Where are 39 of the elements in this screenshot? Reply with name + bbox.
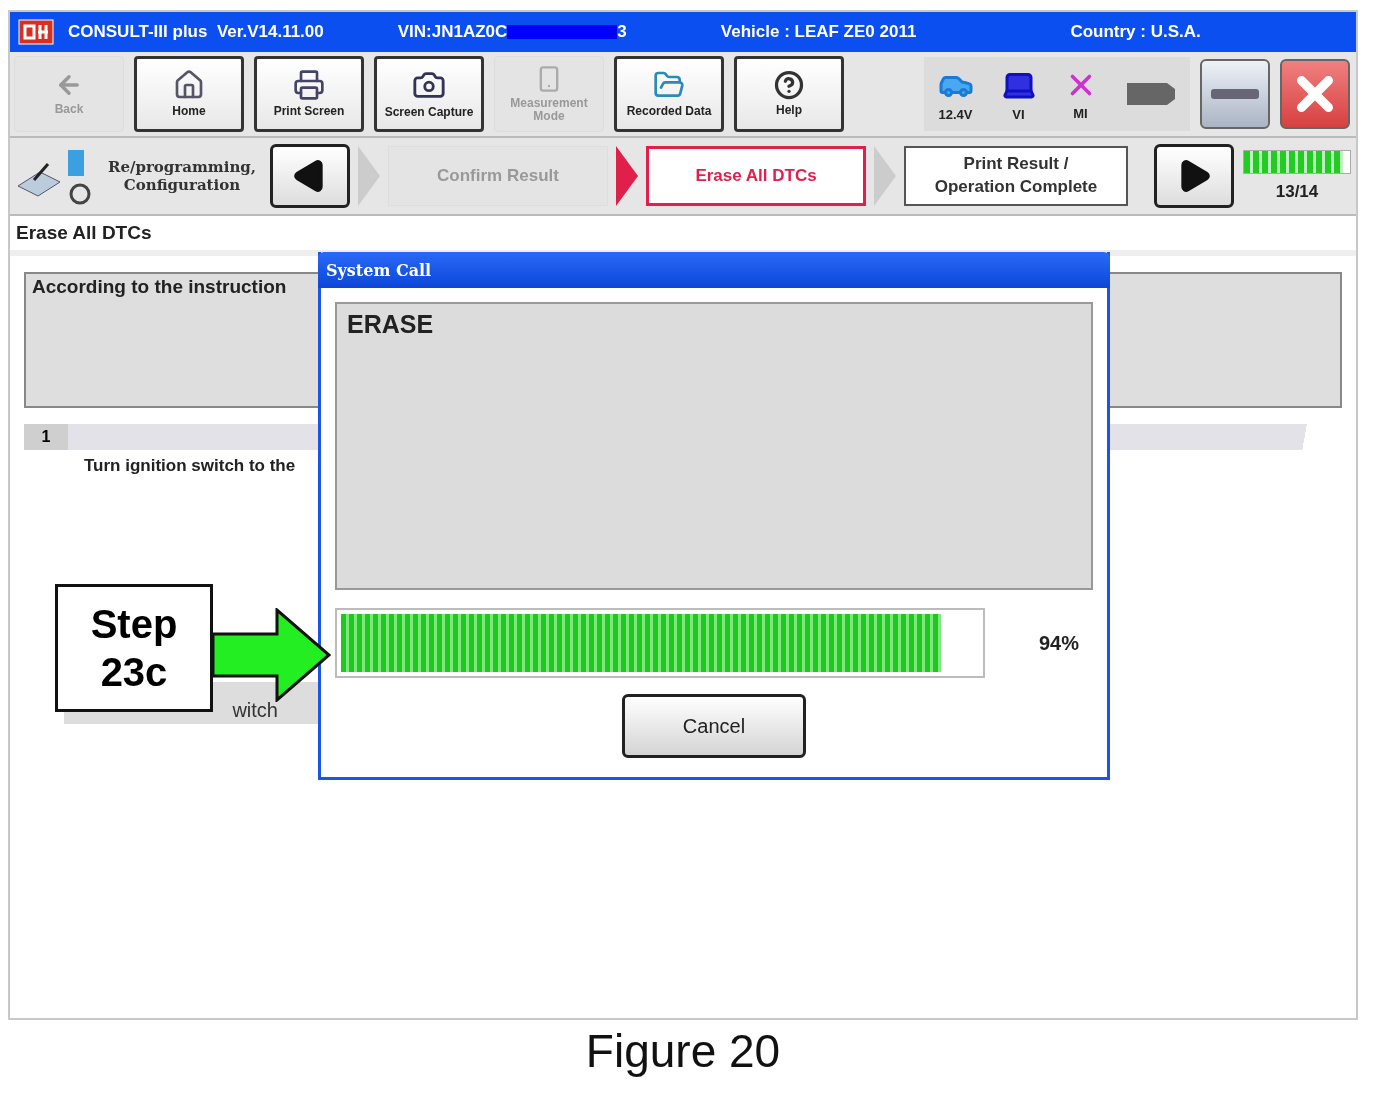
cancel-button[interactable]: Cancel [622, 694, 806, 758]
step-chevron-icon [358, 146, 380, 206]
status-label: 12.4V [938, 106, 973, 122]
step-count: 13/14 [1275, 182, 1319, 202]
vin-text: VIN:JN1AZ0C [397, 22, 508, 42]
arrow-icon [213, 608, 331, 702]
toolbar-button[interactable]: Recorded Data [614, 56, 724, 132]
mode-label: Re/programming, Configuration [106, 158, 258, 194]
minimize-icon [1211, 89, 1259, 99]
toolbar-button[interactable]: Screen Capture [374, 56, 484, 132]
window-title: CONSULT-III plus Ver.V14.11.00 [68, 22, 324, 42]
previous-button[interactable] [270, 144, 350, 208]
toolbar-button[interactable]: Print Screen [254, 56, 364, 132]
logo-icon [18, 19, 54, 45]
message-box: ERASE [335, 302, 1093, 590]
step-number: 1 [24, 424, 68, 450]
minimize-button[interactable] [1200, 59, 1270, 129]
connector-icon [1124, 81, 1177, 107]
toolbar-button[interactable]: Help [734, 56, 844, 132]
step-chevron-icon [616, 146, 638, 206]
close-button[interactable] [1280, 59, 1350, 129]
step-callout: Step 23c [55, 584, 213, 712]
printer-icon [293, 69, 325, 102]
vin-text: 3 [617, 22, 627, 42]
step-tab[interactable]: Erase All DTCs [646, 146, 866, 206]
status-label: VI [1012, 106, 1025, 122]
status-label: MI [1073, 105, 1088, 121]
progress-reading: 94% [1039, 631, 1080, 655]
step-chevron-icon [874, 146, 896, 206]
figure-caption: Figure 20 [584, 1024, 782, 1078]
step-tab[interactable]: Print Result / Operation Complete [904, 146, 1128, 206]
step-text: Turn ignition switch to the [84, 456, 297, 476]
next-button[interactable] [1154, 144, 1234, 208]
country-text: Country : U.S.A. [1070, 22, 1201, 42]
toolbar-button[interactable]: Home [134, 56, 244, 132]
step-text: witch [232, 699, 278, 722]
dialog-title: System Call [318, 252, 1110, 288]
vehicle-text: Vehicle : LEAF ZE0 2011 [720, 22, 917, 42]
help-icon [774, 70, 804, 101]
